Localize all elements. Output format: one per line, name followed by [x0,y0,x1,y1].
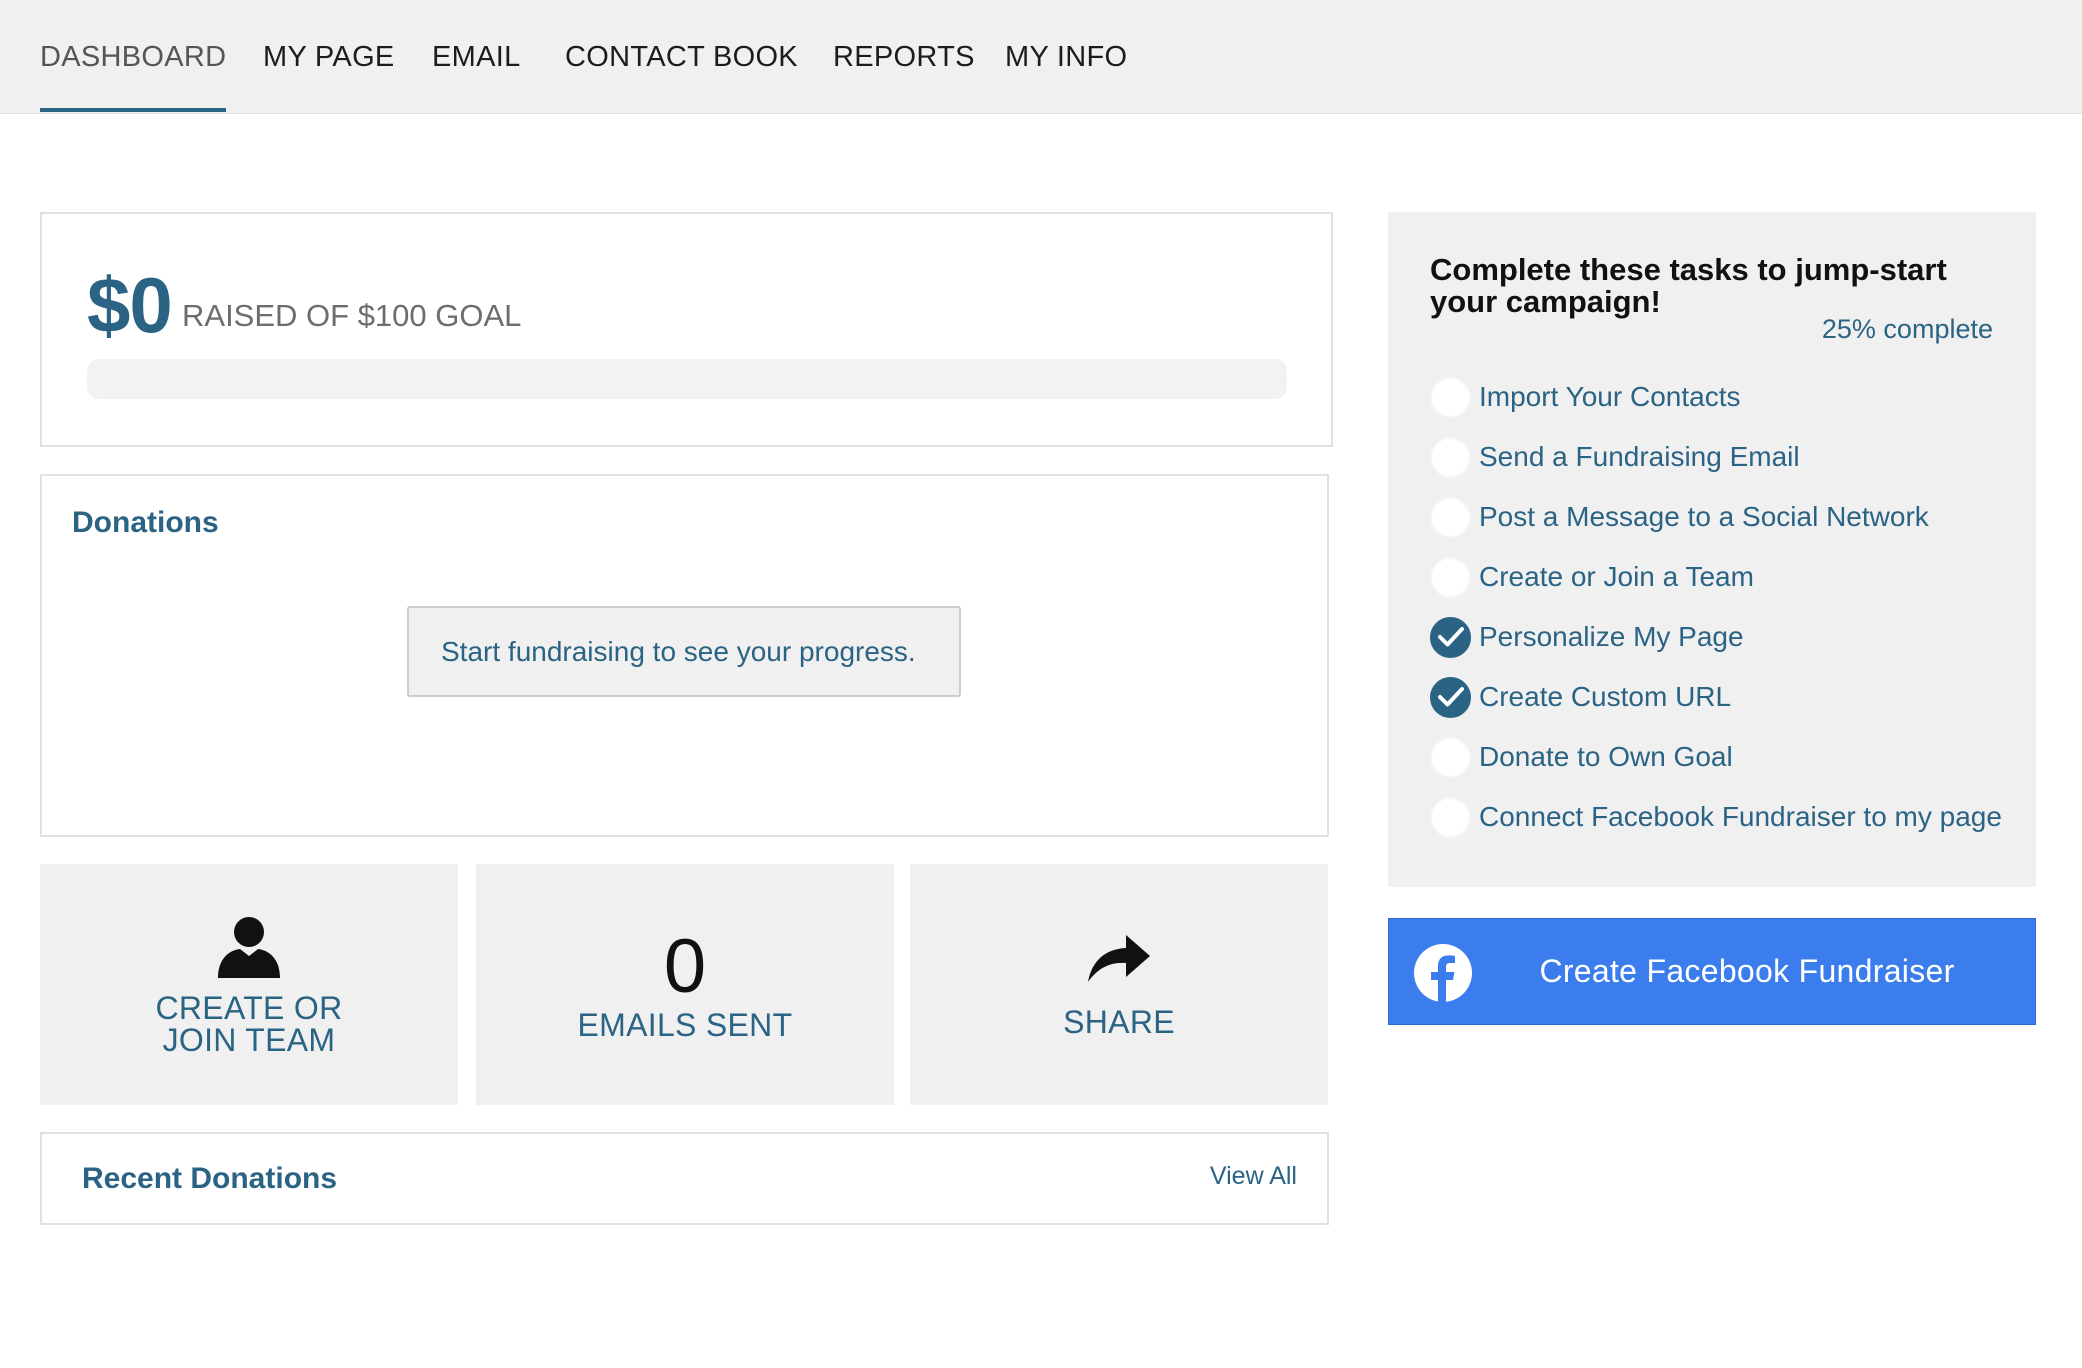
facebook-button-label: Create Facebook Fundraiser [1539,953,1955,989]
task-item-send-email[interactable]: Send a Fundraising Email [1430,427,2002,487]
task-label: Donate to Own Goal [1479,741,1733,772]
task-item-post-social[interactable]: Post a Message to a Social Network [1430,487,2002,547]
task-label: Connect Facebook Fundraiser to my page [1479,801,2002,832]
goal-progress-bar [87,359,1287,399]
task-label: Post a Message to a Social Network [1479,501,1929,532]
tab-email[interactable]: EMAIL [432,0,521,114]
task-label: Personalize My Page [1479,621,1744,652]
task-item-connect-facebook[interactable]: Connect Facebook Fundraiser to my page [1430,787,2002,847]
user-icon [218,916,280,978]
tab-reports[interactable]: REPORTS [833,0,975,114]
checkbox-icon [1430,736,1471,778]
task-item-donate-own-goal[interactable]: Donate to Own Goal [1430,727,2002,787]
task-label: Create or Join a Team [1479,561,1754,592]
task-checklist-panel: Complete these tasks to jump-start your … [1388,212,2036,887]
task-percent-complete: 25% complete [1821,314,1993,344]
task-label: Send a Fundraising Email [1479,441,1800,472]
share-tile[interactable]: SHARE [910,864,1328,1105]
checkbox-icon [1430,376,1471,418]
empty-progress-message: Start fundraising to see your progress. [407,606,961,697]
emails-sent-count: 0 [663,923,707,1009]
team-tile-line1: CREATE OR [155,989,343,1026]
checkmark-icon [1430,616,1471,658]
task-item-create-team[interactable]: Create or Join a Team [1430,547,2002,607]
recent-donations-title: Recent Donations [82,1162,338,1195]
create-facebook-fundraiser-button[interactable]: Create Facebook Fundraiser [1388,918,2036,1025]
tab-contact-book[interactable]: CONTACT BOOK [565,0,798,114]
donations-title: Donations [72,506,219,539]
share-label: SHARE [1063,1003,1175,1040]
task-label: Create Custom URL [1479,681,1732,712]
checkbox-icon [1430,496,1471,538]
checkmark-icon [1430,676,1471,718]
create-or-join-team-tile[interactable]: CREATE OR JOIN TEAM [40,864,458,1105]
task-list: Import Your Contacts Send a Fundraising … [1430,367,2002,847]
checkbox-icon [1430,556,1471,598]
top-navigation: DASHBOARD MY PAGE EMAIL CONTACT BOOK REP… [0,0,2082,114]
goal-text: RAISED OF $100 GOAL [182,298,522,333]
team-tile-line2: JOIN TEAM [162,1021,336,1058]
donations-card: Donations Start fundraising to see your … [40,474,1329,837]
view-all-link[interactable]: View All [1210,1162,1297,1191]
facebook-icon [1414,944,1472,1003]
emails-sent-label: EMAILS SENT [577,1006,793,1043]
goal-card: $0 RAISED OF $100 GOAL [40,212,1333,447]
tab-my-info[interactable]: MY INFO [1005,0,1127,114]
share-arrow-icon [1088,934,1150,982]
task-item-import-contacts[interactable]: Import Your Contacts [1430,367,2002,427]
task-item-personalize-page[interactable]: Personalize My Page [1430,607,2002,667]
tab-dashboard[interactable]: DASHBOARD [40,0,227,114]
task-heading: Complete these tasks to jump-start your … [1430,252,1947,319]
raised-amount: $0 [87,261,173,349]
task-item-custom-url[interactable]: Create Custom URL [1430,667,2002,727]
task-label: Import Your Contacts [1479,381,1741,412]
checkbox-icon [1430,436,1471,478]
checkbox-icon [1430,796,1471,838]
tab-my-page[interactable]: MY PAGE [263,0,395,114]
emails-sent-tile[interactable]: 0 EMAILS SENT [476,864,894,1105]
recent-donations-card: Recent Donations View All [40,1132,1329,1225]
